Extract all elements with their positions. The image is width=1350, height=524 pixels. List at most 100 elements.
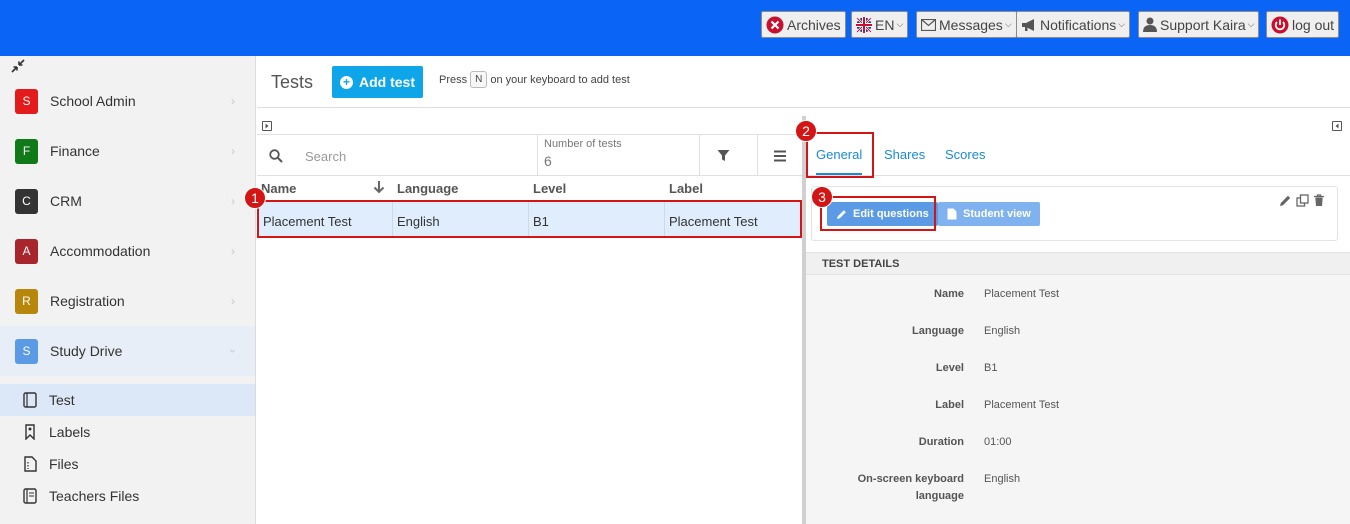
callout-number-2: 2 <box>795 120 817 142</box>
keyboard-hint: Press N on your keyboard to add test <box>439 71 630 88</box>
sidebar-item-accommodation[interactable]: A Accommodation › <box>0 226 255 276</box>
user-menu-dropdown[interactable]: Support Kaira ⌵ <box>1138 11 1260 38</box>
tab-scores[interactable]: Scores <box>945 147 985 162</box>
sidebar-subitem-label: Test <box>49 392 75 408</box>
column-header-level[interactable]: Level <box>533 181 566 196</box>
search-input[interactable]: Search <box>305 149 346 164</box>
sidebar-subitem-teachers-files[interactable]: Teachers Files <box>0 480 255 512</box>
finance-badge: F <box>15 138 38 164</box>
hint-key: N <box>470 71 488 88</box>
user-icon <box>1143 17 1157 32</box>
chevron-right-icon: › <box>231 94 235 108</box>
sidebar-item-crm[interactable]: C CRM › <box>0 176 255 226</box>
detail-value: 01:00 <box>984 436 1012 448</box>
sidebar-item-label: School Admin <box>50 93 136 109</box>
archives-button[interactable]: Archives <box>761 11 846 38</box>
sort-down-icon[interactable] <box>373 180 385 197</box>
detail-label: On-screen keyboard language <box>857 473 964 502</box>
logout-label: log out <box>1292 16 1335 33</box>
chevron-right-icon: › <box>231 144 235 158</box>
test-count-value: 6 <box>544 153 552 169</box>
callout-box-row <box>257 200 802 238</box>
archives-label: Archives <box>787 16 841 33</box>
sidebar-item-label: Study Drive <box>50 343 123 359</box>
duplicate-icon[interactable] <box>1296 194 1309 210</box>
detail-label: Name <box>934 288 964 300</box>
detail-label: Level <box>935 362 964 374</box>
add-test-button[interactable]: + Add test <box>332 66 423 98</box>
add-test-label: Add test <box>359 74 415 90</box>
top-bar: Archives EN ⌵ Messages ⌵ Notifications ⌵… <box>0 0 1350 56</box>
chevron-right-icon: › <box>231 194 235 208</box>
sidebar: S School Admin › F Finance › C CRM › A A… <box>0 56 256 524</box>
chevron-down-icon: › <box>226 349 240 353</box>
messages-label: Messages <box>939 16 1003 33</box>
user-name: Support Kaira <box>1160 16 1246 33</box>
expand-pane-icon[interactable] <box>262 121 272 131</box>
page-title: Tests <box>271 72 314 92</box>
student-view-button[interactable]: Student view <box>938 202 1040 226</box>
test-details-heading: TEST DETAILS <box>806 252 1350 275</box>
column-header-name[interactable]: Name <box>261 181 296 196</box>
edit-pencil-icon[interactable] <box>1279 194 1292 210</box>
tab-shares[interactable]: Shares <box>884 147 925 162</box>
trash-icon[interactable] <box>1313 194 1325 210</box>
collapse-pane-icon[interactable] <box>1332 121 1342 131</box>
sidebar-item-registration[interactable]: R Registration › <box>0 276 255 326</box>
sidebar-subitem-labels[interactable]: Labels <box>0 416 255 448</box>
sidebar-item-label: CRM <box>50 193 82 209</box>
sidebar-item-study-drive[interactable]: S Study Drive › <box>0 326 255 376</box>
chevron-down-icon: ⌵ <box>1118 19 1126 29</box>
power-icon <box>1271 16 1289 33</box>
column-header-language[interactable]: Language <box>397 181 458 196</box>
messages-dropdown[interactable]: Messages ⌵ <box>916 11 1017 38</box>
document-icon <box>947 208 957 220</box>
notifications-dropdown[interactable]: Notifications ⌵ <box>1016 11 1131 38</box>
card-actions <box>1279 194 1325 210</box>
page-header: Tests + Add test Press N on your keyboar… <box>257 56 1350 108</box>
menu-icon[interactable] <box>757 135 802 176</box>
test-detail-pane: General Shares Scores Edit questions Stu… <box>806 116 1350 524</box>
detail-label: Language <box>912 325 964 337</box>
uk-flag-icon <box>856 16 872 33</box>
sidebar-item-finance[interactable]: F Finance › <box>0 126 255 176</box>
label-icon <box>22 423 38 441</box>
sidebar-item-school-admin[interactable]: S School Admin › <box>0 76 255 126</box>
student-view-label: Student view <box>963 208 1031 220</box>
filter-icon[interactable] <box>717 149 730 165</box>
detail-value: Placement Test <box>984 288 1060 300</box>
column-header-label[interactable]: Label <box>669 181 703 196</box>
sidebar-subitem-files[interactable]: Files <box>0 448 255 480</box>
language-label: EN <box>875 16 895 33</box>
collapse-arrows-icon[interactable] <box>10 58 26 77</box>
list-toolbar: Search Number of tests 6 <box>257 134 802 176</box>
sidebar-subitem-test[interactable]: Test <box>0 384 255 416</box>
notifications-label: Notifications <box>1040 16 1117 33</box>
detail-value: Placement Test <box>984 399 1060 411</box>
megaphone-icon <box>1022 18 1034 31</box>
callout-box-general-tab <box>806 132 874 178</box>
table-header: Name Language Level Label <box>257 178 802 200</box>
close-circle-icon <box>766 16 784 33</box>
file-icon <box>22 455 38 473</box>
language-dropdown[interactable]: EN ⌵ <box>851 11 909 38</box>
chevron-down-icon: ⌵ <box>1247 19 1255 29</box>
plus-icon: + <box>340 75 353 89</box>
logout-button[interactable]: log out <box>1266 11 1340 38</box>
chevron-right-icon: › <box>231 244 235 258</box>
test-count: Number of tests 6 <box>537 135 700 176</box>
search-icon <box>269 149 283 166</box>
chevron-down-icon: ⌵ <box>896 19 904 29</box>
study-drive-badge: S <box>15 338 38 364</box>
sidebar-item-label: Finance <box>50 143 100 159</box>
detail-value: English <box>984 325 1021 337</box>
detail-label: Duration <box>918 436 964 448</box>
callout-number-1: 1 <box>244 187 266 209</box>
hint-suffix: on your keyboard to add test <box>490 73 630 86</box>
tests-list-pane: Search Number of tests 6 Name Language L… <box>257 116 802 524</box>
accommodation-badge: A <box>15 238 38 264</box>
detail-label: Label <box>935 399 964 411</box>
teacher-files-icon <box>22 487 38 505</box>
sidebar-subitem-label: Files <box>49 456 79 472</box>
test-details: TEST DETAILS Name Placement Test Languag… <box>806 252 1350 524</box>
